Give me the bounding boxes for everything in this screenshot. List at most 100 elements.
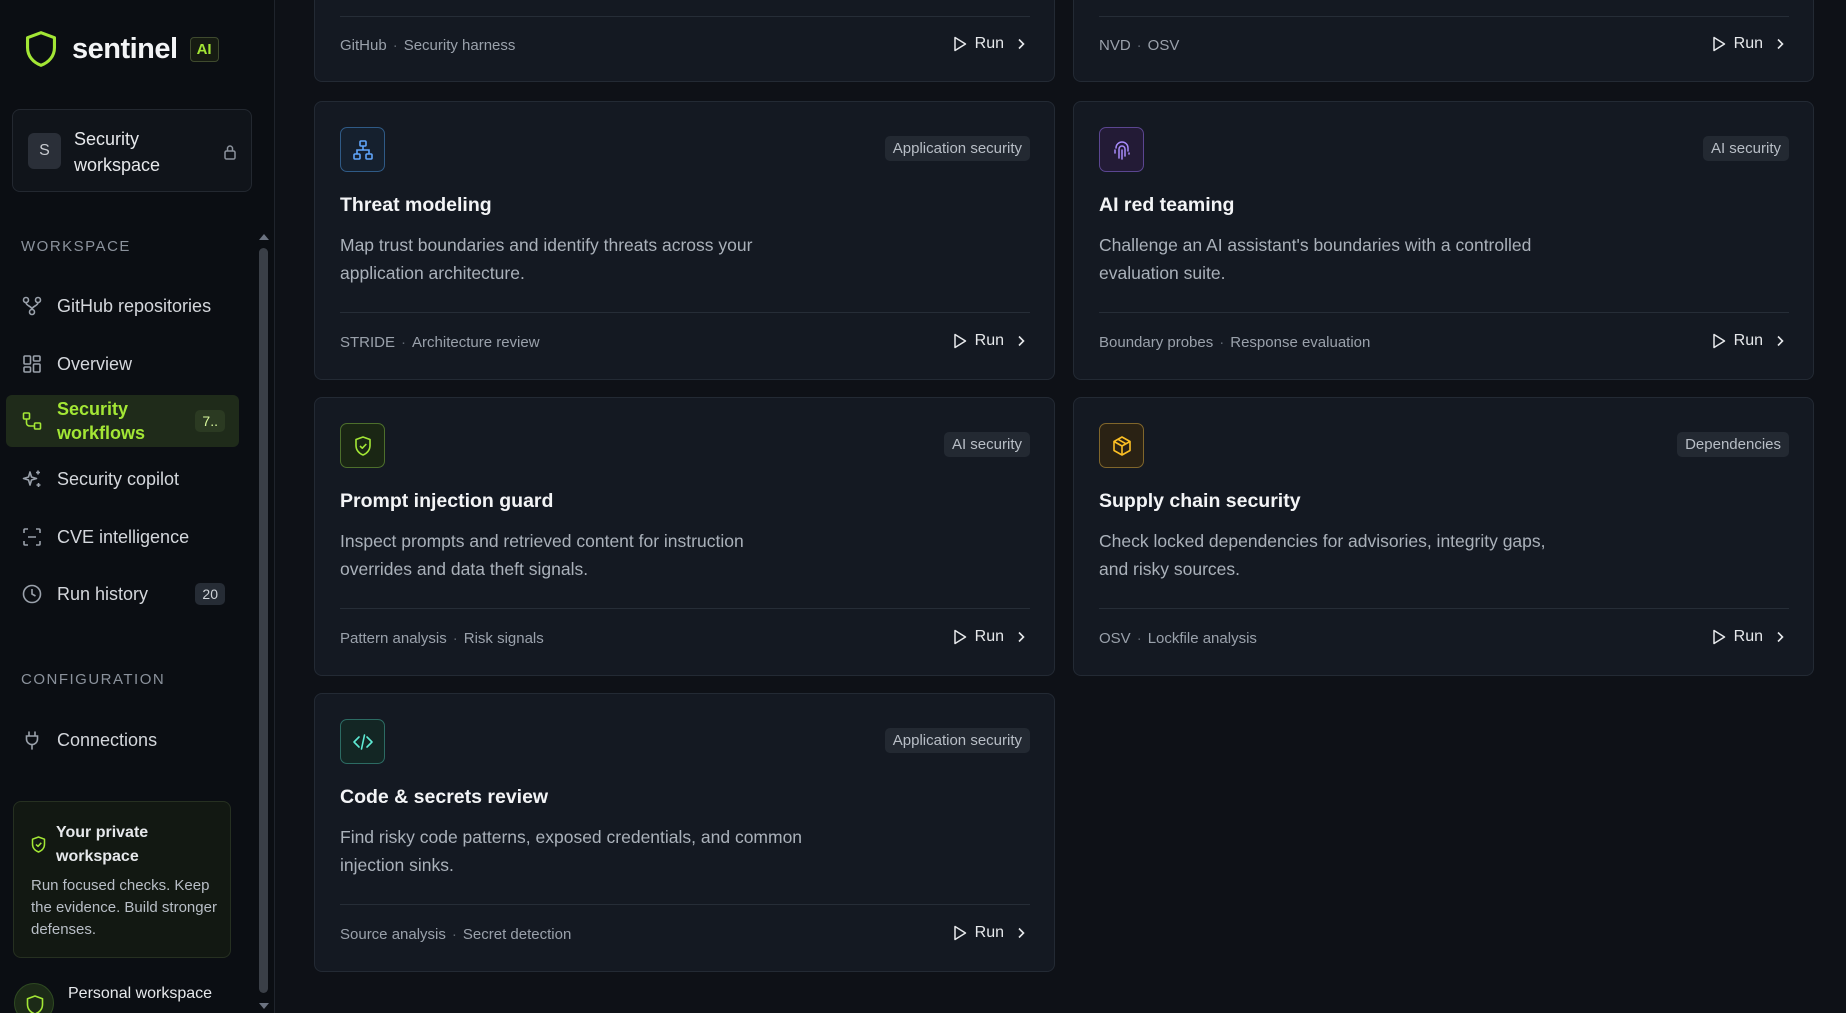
card-divider: [340, 608, 1030, 609]
card-meta-item: OSV: [1147, 37, 1180, 54]
card-meta-item: OSV: [1099, 630, 1131, 647]
chevron-right-icon: [1777, 335, 1784, 347]
workflow-card-prompt-injection-guard[interactable]: AI security Prompt injection guard Inspe…: [314, 397, 1055, 676]
workflow-card-partial[interactable]: NVD · OSV Run: [1073, 0, 1814, 82]
workspace-avatar: S: [28, 133, 61, 169]
sidebar: sentinel AI S Security workspace WORKSPA…: [0, 0, 275, 1013]
git-branch-icon: [22, 296, 42, 316]
card-icon-box: [340, 719, 385, 764]
card-meta-item: Lockfile analysis: [1147, 630, 1257, 647]
code-icon: [352, 733, 373, 750]
card-tag: Dependencies: [1677, 432, 1789, 457]
card-description: Inspect prompts and retrieved content fo…: [340, 531, 744, 579]
play-icon: [953, 333, 966, 349]
card-description: Find risky code patterns, exposed creden…: [340, 827, 803, 875]
card-meta-item: NVD: [1099, 37, 1131, 54]
card-tag: AI security: [943, 432, 1030, 457]
run-button[interactable]: Run: [953, 628, 1026, 646]
grid-icon: [23, 355, 41, 373]
sidebar-item-label: Overview: [57, 353, 133, 374]
scroll-down-arrow-icon[interactable]: [259, 1003, 269, 1009]
sidebar-item-count: 7..: [195, 410, 225, 432]
sidebar-item-overview[interactable]: Overview: [6, 338, 239, 390]
run-button[interactable]: Run: [953, 35, 1026, 53]
personal-workspace-name: Personal workspace: [68, 985, 213, 1002]
card-meta-item: GitHub: [340, 37, 387, 54]
sidebar-item-security-workflows[interactable]: Security workflows 7..: [6, 395, 239, 447]
run-button[interactable]: Run: [953, 332, 1026, 350]
card-meta-item: Source analysis: [340, 926, 446, 943]
card-tag: Application security: [884, 136, 1030, 161]
workflow-card-ai-red-teaming[interactable]: AI security AI red teaming Challenge an …: [1073, 101, 1814, 380]
private-workspace-title: Your private workspace: [56, 824, 149, 865]
brand-badge: AI: [189, 36, 219, 62]
card-title: AI red teaming: [1099, 194, 1235, 216]
workflow-card-code-secrets-review[interactable]: Application security Code & secrets revi…: [314, 693, 1055, 972]
sidebar-item-connections[interactable]: Connections: [6, 714, 239, 766]
workspace-name: Security workspace: [74, 129, 161, 175]
run-button[interactable]: Run: [1712, 35, 1785, 53]
scroll-up-arrow-icon[interactable]: [259, 234, 269, 240]
scrollbar-thumb[interactable]: [259, 248, 268, 993]
card-meta: STRIDE · Architecture review: [340, 334, 540, 351]
private-workspace-card: Your private workspace Run focused check…: [13, 801, 231, 958]
card-divider: [1099, 608, 1789, 609]
scan-icon: [23, 528, 41, 546]
card-meta-item: Security harness: [403, 37, 516, 54]
run-label: Run: [1733, 35, 1763, 52]
sidebar-item-label: Connections: [57, 729, 158, 750]
play-icon: [1712, 629, 1725, 645]
workflow-card-partial[interactable]: GitHub · Security harness Run: [314, 0, 1055, 82]
card-meta-item: Response evaluation: [1230, 334, 1371, 351]
chevron-right-icon: [1018, 927, 1025, 939]
plug-icon: [25, 731, 39, 750]
card-meta-item: STRIDE: [340, 334, 396, 351]
run-label: Run: [974, 35, 1004, 52]
card-description: Map trust boundaries and identify threat…: [340, 235, 753, 283]
workflow-icon: [22, 412, 42, 430]
personal-workspace-avatar[interactable]: [14, 983, 54, 1013]
brand[interactable]: sentinel AI: [24, 30, 219, 68]
chevron-right-icon: [1777, 631, 1784, 643]
sidebar-item-security-copilot[interactable]: Security copilot: [6, 453, 239, 505]
package-icon: [1112, 435, 1131, 456]
card-title: Prompt injection guard: [340, 490, 554, 512]
card-tag: AI security: [1702, 136, 1789, 161]
card-meta-item: Secret detection: [462, 926, 572, 943]
chevron-right-icon: [1018, 631, 1025, 643]
shield-icon: [26, 995, 44, 1013]
card-description: Challenge an AI assistant's boundaries w…: [1099, 235, 1532, 283]
sparkles-icon: [22, 470, 41, 487]
card-icon-box: [1099, 423, 1144, 468]
run-label: Run: [974, 924, 1004, 941]
card-icon-box: [1099, 127, 1144, 172]
section-label-configuration: CONFIGURATION: [21, 671, 166, 688]
card-meta: NVD · OSV: [1099, 37, 1180, 54]
sidebar-item-github-repositories[interactable]: GitHub repositories: [6, 280, 239, 332]
brand-name: sentinel: [72, 32, 178, 65]
workflow-card-supply-chain-security[interactable]: Dependencies Supply chain security Check…: [1073, 397, 1814, 676]
sidebar-item-cve-intelligence[interactable]: CVE intelligence: [6, 511, 239, 563]
workspace-switcher[interactable]: S Security workspace: [12, 109, 252, 192]
run-button[interactable]: Run: [953, 924, 1026, 942]
run-button[interactable]: Run: [1712, 628, 1785, 646]
play-icon: [1712, 333, 1725, 349]
card-icon-box: [340, 423, 385, 468]
card-meta: Boundary probes · Response evaluation: [1099, 334, 1371, 351]
card-meta-item: Risk signals: [463, 630, 544, 647]
shield-logo-icon: [25, 31, 57, 67]
sidebar-item-run-history[interactable]: Run history 20: [6, 568, 239, 620]
run-button[interactable]: Run: [1712, 332, 1785, 350]
run-label: Run: [974, 628, 1004, 645]
lock-icon: [224, 145, 236, 160]
card-meta-item: Pattern analysis: [340, 630, 447, 647]
section-label-workspace: WORKSPACE: [21, 238, 131, 255]
card-tag: Application security: [884, 728, 1030, 753]
sidebar-scrollbar[interactable]: [256, 228, 270, 1013]
workflow-card-threat-modeling[interactable]: Application security Threat modeling Map…: [314, 101, 1055, 380]
sidebar-item-label: Run history: [57, 583, 149, 604]
run-label: Run: [974, 332, 1004, 349]
sidebar-item-label: CVE intelligence: [57, 526, 190, 547]
chevron-right-icon: [1018, 335, 1025, 347]
shield-check-icon: [31, 836, 46, 853]
